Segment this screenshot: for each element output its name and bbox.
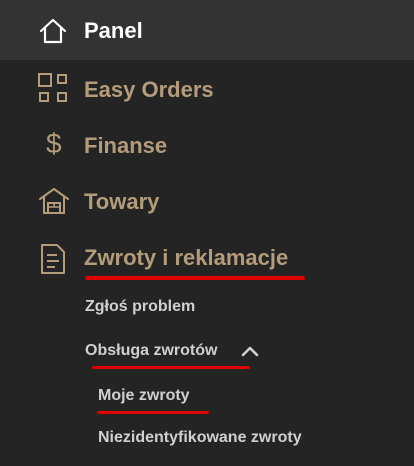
- highlight-underline: [97, 411, 209, 414]
- submenu-item-unidentified-returns[interactable]: Niezidentyfikowane zwroty: [98, 429, 302, 447]
- grid-icon: [37, 72, 71, 111]
- home-icon: [38, 18, 68, 49]
- sidebar-item-label: Easy Orders: [84, 77, 214, 102]
- highlight-underline: [85, 276, 305, 280]
- sidebar-item-label: Finanse: [84, 133, 168, 158]
- sidebar-item-finanse[interactable]: $ Finanse: [0, 120, 414, 172]
- dollar-icon: $: [46, 128, 62, 159]
- sidebar-item-label: Panel: [84, 18, 143, 43]
- document-icon: [39, 243, 67, 280]
- warehouse-icon: [38, 186, 70, 221]
- submenu-item-my-returns[interactable]: Moje zwroty: [98, 387, 190, 405]
- sidebar-item-easy-orders[interactable]: Easy Orders: [0, 64, 414, 116]
- chevron-up-icon: [241, 344, 259, 363]
- sidebar-item-towary[interactable]: Towary: [0, 176, 414, 228]
- submenu-item-returns-handling[interactable]: Obsługa zwrotów: [85, 342, 275, 366]
- highlight-underline: [92, 366, 250, 369]
- sidebar-item-label: Zwroty i reklamacje: [84, 245, 289, 270]
- sidebar-item-label: Towary: [84, 189, 160, 214]
- submenu-item-label: Obsługa zwrotów: [85, 342, 218, 359]
- submenu-item-report-problem[interactable]: Zgłoś problem: [85, 298, 195, 316]
- sidebar-item-panel[interactable]: Panel: [0, 0, 414, 60]
